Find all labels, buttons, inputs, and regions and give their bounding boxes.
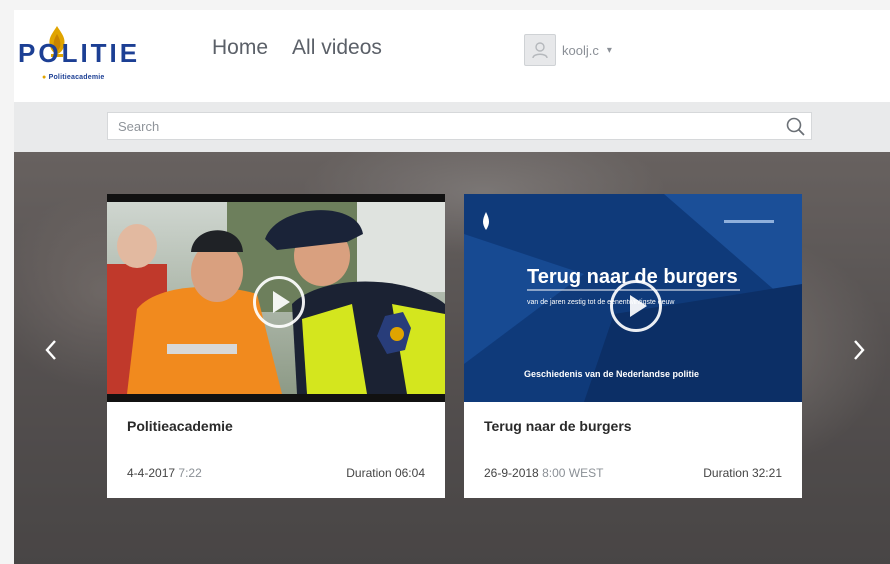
video-thumbnail[interactable]: Terug naar de burgers van de jaren zesti…	[464, 194, 802, 402]
search-box	[107, 112, 812, 140]
video-title[interactable]: Politieacademie	[127, 418, 233, 434]
logo-subtitle-text: Politieacademie	[48, 74, 105, 81]
carousel-prev-button[interactable]	[36, 330, 66, 370]
play-triangle-icon	[273, 291, 290, 313]
caret-down-icon: ▾	[606, 44, 612, 56]
avatar	[524, 34, 556, 66]
video-date-day: 4-4-2017	[127, 466, 176, 480]
carousel-next-button[interactable]	[844, 330, 874, 370]
main-nav: Home All videos	[212, 36, 382, 60]
chevron-right-icon	[854, 340, 865, 360]
play-button-icon[interactable]	[610, 280, 662, 332]
video-date-time: 7:22	[178, 466, 202, 480]
search-input[interactable]	[108, 113, 768, 139]
video-thumbnail[interactable]	[107, 194, 445, 402]
username: koolj.c	[562, 42, 599, 58]
video-card[interactable]: Terug naar de burgers van de jaren zesti…	[464, 194, 802, 498]
app-frame: POLITIE ● Politieacademie Home All video…	[14, 10, 890, 564]
user-icon	[532, 42, 548, 59]
video-duration: Duration 32:21	[703, 466, 782, 480]
search-band	[14, 102, 890, 152]
nav-home-link[interactable]: Home	[212, 36, 268, 60]
header: POLITIE ● Politieacademie Home All video…	[14, 10, 890, 102]
video-date-time: 8:00 WEST	[542, 466, 604, 480]
play-button-icon[interactable]	[253, 276, 305, 328]
video-date-day: 26-9-2018	[484, 466, 539, 480]
video-title[interactable]: Terug naar de burgers	[484, 418, 632, 434]
logo-subtitle: ● Politieacademie	[42, 74, 105, 81]
video-card[interactable]: Politieacademie 4-4-2017 7:22 Duration 0…	[107, 194, 445, 498]
play-triangle-icon	[630, 295, 647, 317]
video-date: 4-4-2017 7:22	[127, 466, 202, 480]
user-menu[interactable]: koolj.c ▾	[524, 34, 612, 66]
video-carousel: Politieacademie 4-4-2017 7:22 Duration 0…	[14, 152, 890, 564]
search-icon[interactable]	[785, 116, 807, 138]
politie-logo[interactable]: POLITIE ● Politieacademie	[18, 24, 148, 86]
video-duration: Duration 06:04	[346, 466, 425, 480]
nav-all-videos-link[interactable]: All videos	[292, 36, 382, 60]
thumb-footer: Geschiedenis van de Nederlandse politie	[524, 369, 699, 379]
logo-wordmark: POLITIE	[18, 38, 141, 68]
video-date: 26-9-2018 8:00 WEST	[484, 466, 603, 480]
chevron-left-icon	[45, 340, 56, 360]
